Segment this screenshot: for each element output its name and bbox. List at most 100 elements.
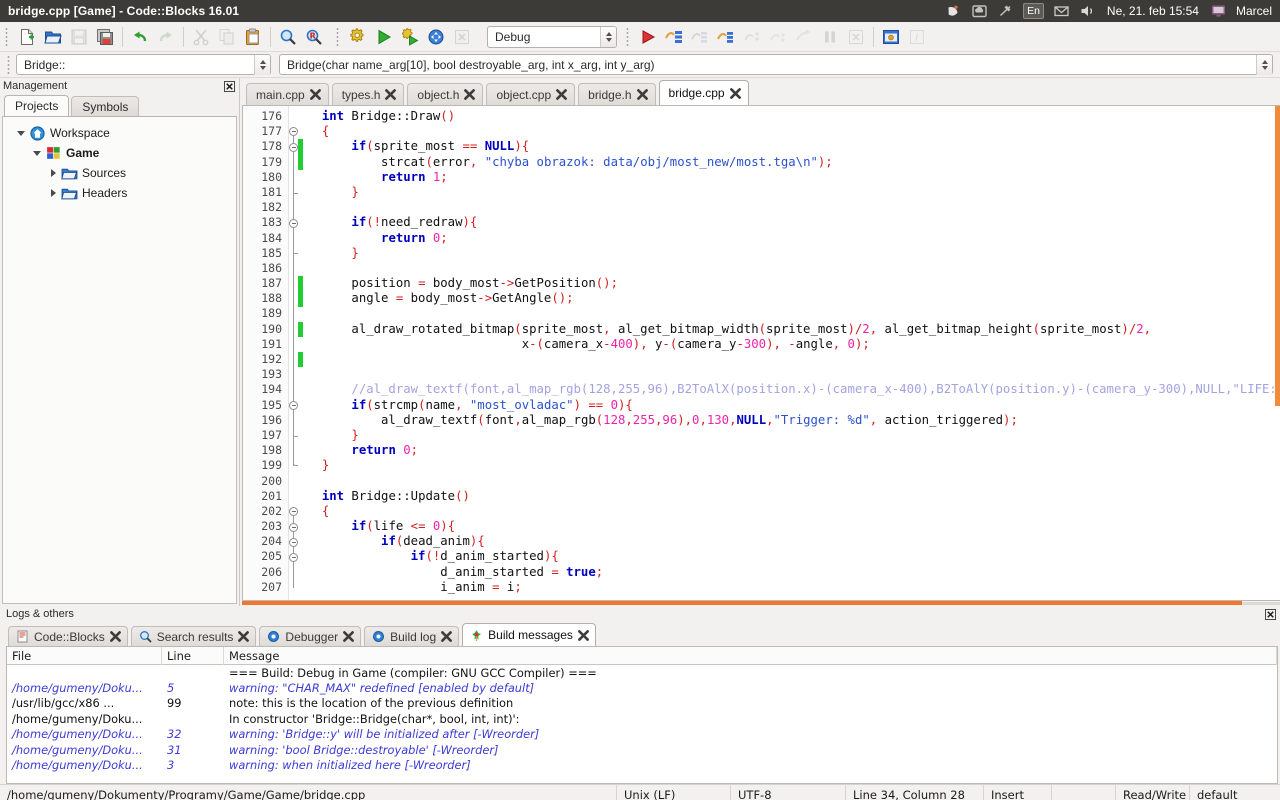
close-icon[interactable] <box>1265 608 1276 620</box>
code-line[interactable]: return 0; <box>303 443 1280 458</box>
code-text-area[interactable]: int Bridge::Draw() { if(sprite_most == N… <box>303 106 1280 600</box>
close-icon[interactable] <box>577 629 589 641</box>
copy-button[interactable] <box>214 24 240 50</box>
code-line[interactable]: position = body_most->GetPosition(); <box>303 276 1280 291</box>
paste-button[interactable] <box>240 24 266 50</box>
undo-button[interactable] <box>127 24 153 50</box>
tab-symbols[interactable]: Symbols <box>71 96 140 116</box>
close-icon[interactable] <box>309 89 321 100</box>
editor-tab-object-h[interactable]: object.h <box>407 83 484 105</box>
code-line[interactable]: if(dead_anim){ <box>303 534 1280 549</box>
editor-tab-types-h[interactable]: types.h <box>331 83 405 105</box>
scope-spinner[interactable] <box>254 54 270 75</box>
toolbar-grip[interactable] <box>6 53 13 76</box>
vpn-icon[interactable] <box>997 3 1014 19</box>
new-file-button[interactable] <box>14 24 40 50</box>
volume-icon[interactable] <box>1079 3 1096 19</box>
fold-toggle-icon[interactable] <box>289 218 298 228</box>
find-button[interactable] <box>275 24 301 50</box>
toolbar-grip[interactable] <box>4 25 11 48</box>
column-header-line[interactable]: Line <box>162 647 224 665</box>
code-line[interactable]: } <box>303 458 1280 473</box>
stop-debugger-button[interactable] <box>843 24 869 50</box>
scrollbar-thumb[interactable] <box>242 601 1242 605</box>
tree-node-workspace[interactable]: Workspace <box>3 123 236 143</box>
code-line[interactable]: int Bridge::Update() <box>303 489 1280 504</box>
logs-tab-build-messages[interactable]: Build messages <box>462 623 596 646</box>
build-target-spinner[interactable] <box>600 26 616 47</box>
project-tree[interactable]: Workspace Game Sources Headers <box>2 116 237 604</box>
table-row[interactable]: /home/gumeny/Doku... In constructor 'Brid… <box>7 711 1277 726</box>
logs-tab-debugger[interactable]: Debugger <box>259 626 362 646</box>
twisty-right-icon[interactable] <box>45 169 61 177</box>
code-line[interactable] <box>303 200 1280 215</box>
close-icon[interactable] <box>729 87 741 99</box>
break-debugger-button[interactable] <box>817 24 843 50</box>
build-messages-table[interactable]: File Line Message === Build: Debug in Ga… <box>6 646 1278 784</box>
twisty-right-icon[interactable] <box>45 189 61 197</box>
next-line-button[interactable] <box>687 24 713 50</box>
code-line[interactable]: { <box>303 504 1280 519</box>
step-into-instruction-button[interactable] <box>765 24 791 50</box>
close-icon[interactable] <box>556 89 568 100</box>
function-spinner[interactable] <box>1256 54 1272 75</box>
step-into-button[interactable] <box>713 24 739 50</box>
scrollbar-track[interactable] <box>1242 602 1280 605</box>
editor-tab-object-cpp[interactable]: object.cpp <box>486 83 576 105</box>
code-line[interactable]: } <box>303 428 1280 443</box>
twisty-down-icon[interactable] <box>29 150 45 156</box>
build-target-combo[interactable]: Debug <box>487 25 617 48</box>
code-line[interactable]: x-(camera_x-400), y-(camera_y-300), -ang… <box>303 337 1280 352</box>
fold-toggle-icon[interactable] <box>289 400 298 410</box>
code-line[interactable]: al_draw_rotated_bitmap(sprite_most, al_g… <box>303 322 1280 337</box>
code-editor[interactable]: 176 177 178 179 180 181 182 183 184 185 186 187 188 1… <box>242 105 1280 601</box>
code-line[interactable]: if(!d_anim_started){ <box>303 549 1280 564</box>
code-line[interactable]: } <box>303 185 1280 200</box>
close-icon[interactable] <box>636 89 648 100</box>
tree-node-game[interactable]: Game <box>3 143 236 163</box>
editor-horizontal-scrollbar[interactable] <box>242 601 1280 606</box>
save-button[interactable] <box>66 24 92 50</box>
tab-projects[interactable]: Projects <box>4 95 70 116</box>
scrollbar-thumb[interactable] <box>1275 106 1280 406</box>
logs-tab-codeblocks[interactable]: Code::Blocks <box>8 626 128 646</box>
close-icon[interactable] <box>224 80 235 92</box>
next-instruction-button[interactable] <box>739 24 765 50</box>
code-line[interactable] <box>303 352 1280 367</box>
replace-button[interactable]: R <box>301 24 327 50</box>
code-line[interactable]: int Bridge::Draw() <box>303 109 1280 124</box>
fold-toggle-icon[interactable] <box>289 522 298 532</box>
close-icon[interactable] <box>441 631 453 642</box>
table-row[interactable]: /home/gumeny/Doku... 32 warning: 'Bridge::… <box>7 727 1277 742</box>
code-line[interactable]: al_draw_textf(font,al_map_rgb(128,255,96… <box>303 413 1280 428</box>
logs-tab-build-log[interactable]: Build log <box>364 626 460 646</box>
clock[interactable]: Ne, 21. feb 15:54 <box>1105 4 1201 18</box>
build-and-run-button[interactable] <box>397 24 423 50</box>
code-line[interactable]: if(sprite_most == NULL){ <box>303 139 1280 154</box>
fold-toggle-icon[interactable] <box>289 507 298 517</box>
close-icon[interactable] <box>464 89 476 100</box>
run-button[interactable] <box>371 24 397 50</box>
function-combo[interactable]: Bridge(char name_arg[10], bool destroyab… <box>279 54 1273 75</box>
code-line[interactable]: angle = body_most->GetAngle(); <box>303 291 1280 306</box>
editor-tab-bridge-cpp[interactable]: bridge.cpp <box>658 80 749 105</box>
build-button[interactable] <box>345 24 371 50</box>
code-line[interactable]: strcat(error, "chyba obrazok: data/obj/m… <box>303 155 1280 170</box>
table-row[interactable]: === Build: Debug in Game (compiler: GNU … <box>7 665 1277 680</box>
keyboard-layout-icon[interactable]: En <box>1023 3 1044 19</box>
editor-tab-bridge-h[interactable]: bridge.h <box>578 83 656 105</box>
code-line[interactable]: if(life <= 0){ <box>303 519 1280 534</box>
close-icon[interactable] <box>343 631 355 642</box>
editor-tab-main-cpp[interactable]: main.cpp <box>246 83 329 105</box>
code-line[interactable]: i_anim = i; <box>303 580 1280 595</box>
code-line[interactable]: return 1; <box>303 170 1280 185</box>
column-header-message[interactable]: Message <box>224 647 1277 665</box>
scope-combo[interactable]: Bridge:: <box>16 54 271 75</box>
code-line[interactable]: d_anim_started = true; <box>303 565 1280 580</box>
session-user[interactable]: Marcel <box>1236 4 1272 18</box>
fold-toggle-icon[interactable] <box>289 537 298 547</box>
abort-build-button[interactable] <box>449 24 475 50</box>
fold-toggle-icon[interactable] <box>289 142 298 152</box>
tree-node-sources[interactable]: Sources <box>3 163 236 183</box>
close-icon[interactable] <box>238 631 250 642</box>
